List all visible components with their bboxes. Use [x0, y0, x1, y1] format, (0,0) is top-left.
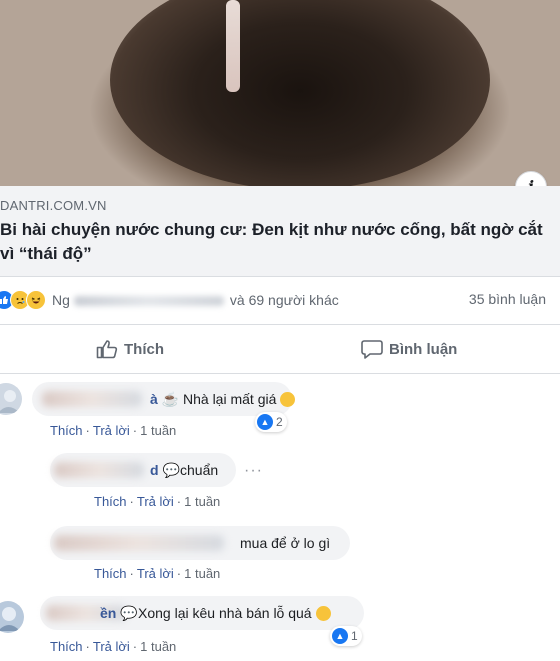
commenter-name-tail[interactable]: à ☕ — [150, 382, 179, 416]
comment-text: Xong lại kêu nhà bán lỗ quá — [138, 596, 331, 630]
comment-time[interactable]: 1 tuần — [184, 566, 220, 581]
avatar-image — [0, 383, 22, 415]
comment-time[interactable]: 1 tuần — [184, 494, 220, 509]
comment-text: Nhà lại mất giá — [183, 382, 296, 416]
water-stream — [226, 0, 240, 92]
comment-meta: Thích · Trả lời · 1 tuần — [50, 639, 177, 654]
link-domain: DANTRI.COM.VN — [0, 198, 107, 213]
comment-reply-link[interactable]: Trả lời — [93, 423, 130, 438]
comment-meta: Thích · Trả lời · 1 tuần — [94, 494, 221, 509]
comment-reply-link[interactable]: Trả lời — [93, 639, 130, 654]
action-bar: Thích Bình luận — [0, 324, 560, 374]
like-button-label: Thích — [124, 340, 164, 358]
commenter-name-tail[interactable]: ền 💬 — [100, 596, 138, 630]
link-preview-image[interactable] — [0, 0, 560, 186]
comment-time[interactable]: 1 tuần — [140, 639, 176, 654]
comment-bubble-icon — [361, 340, 383, 359]
blurred-commenter-name[interactable] — [54, 462, 144, 478]
comment-like-link[interactable]: Thích — [94, 566, 127, 581]
reactions-summary[interactable]: Ng và 69 người khác — [0, 288, 339, 312]
reactions-name-prefix: Ng — [52, 292, 70, 308]
comment-bubble: ền 💬 Xong lại kêu nhà bán lỗ quá — [40, 596, 364, 630]
reaction-count: 2 — [276, 415, 283, 429]
comments-count[interactable]: 35 bình luận — [469, 291, 546, 307]
like-reaction-icon: ▲ — [332, 628, 348, 644]
comment-text: mua để ở lo gì — [240, 535, 331, 551]
comment-bubble: à ☕ Nhà lại mất giá — [32, 382, 296, 416]
haha-reaction-icon — [26, 290, 46, 310]
comment-like-link[interactable]: Thích — [50, 423, 83, 438]
blurred-commenter-name[interactable] — [54, 535, 224, 551]
comment-text-content: Xong lại kêu nhà bán lỗ quá — [138, 605, 312, 621]
hair-photo — [110, 0, 490, 186]
comment-time[interactable]: 1 tuần — [140, 423, 176, 438]
thumbs-up-icon — [96, 340, 118, 359]
comment-meta: Thích · Trả lời · 1 tuần — [94, 566, 221, 581]
comment-button-label: Bình luận — [389, 340, 458, 358]
smile-emoji — [315, 605, 331, 621]
commenter-avatar[interactable] — [0, 601, 24, 633]
comment-bubble: mua để ở lo gì — [50, 526, 350, 560]
reaction-count: 1 — [351, 629, 358, 643]
comment-reply-link[interactable]: Trả lời — [137, 494, 174, 509]
reactions-others: và 69 người khác — [229, 292, 339, 308]
comment-like-link[interactable]: Thích — [94, 494, 127, 509]
comment-text: chuẩn — [180, 462, 219, 478]
comment-reactions[interactable]: ▲ 2 — [255, 412, 287, 432]
commenter-avatar[interactable] — [0, 383, 22, 415]
comment-button[interactable]: Bình luận — [361, 339, 457, 359]
comment-reply-link[interactable]: Trả lời — [137, 566, 174, 581]
like-button[interactable]: Thích — [96, 339, 164, 359]
comment-reactions[interactable]: ▲ 1 — [330, 626, 362, 646]
more-options-icon[interactable]: ··· — [244, 462, 263, 480]
sad-face-emoji — [280, 391, 296, 407]
blurred-commenter-name[interactable] — [42, 391, 142, 407]
blurred-names — [73, 296, 224, 307]
comment-meta: Thích · Trả lời · 1 tuần — [50, 423, 177, 438]
link-title[interactable]: Bi hài chuyện nước chung cư: Đen kịt như… — [0, 218, 556, 266]
comment-text-content: Nhà lại mất giá — [183, 391, 277, 407]
reactions-names[interactable]: Ng và 69 người khác — [52, 292, 339, 308]
like-reaction-icon: ▲ — [257, 414, 273, 430]
comment-like-link[interactable]: Thích — [50, 639, 83, 654]
comment-bubble: d 💬 chuẩn — [50, 453, 236, 487]
commenter-name-tail[interactable]: d 💬 — [150, 453, 180, 487]
avatar-image — [0, 601, 24, 633]
